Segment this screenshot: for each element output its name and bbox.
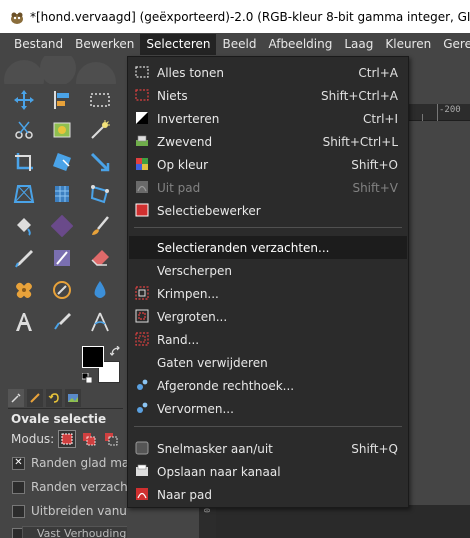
fg-bg-color-widget — [81, 345, 124, 386]
menu-bewerken[interactable]: Bewerken — [69, 34, 140, 55]
measure-tool-icon[interactable] — [88, 310, 112, 334]
toolbox-logo-area — [0, 56, 127, 84]
border-icon — [135, 332, 149, 346]
feather-edges-checkbox[interactable] — [12, 480, 25, 494]
menu-item-save-to-channel[interactable]: Opslaan naar kanaal — [129, 460, 407, 483]
mode-row: Modus: — [11, 430, 120, 448]
grow-icon — [135, 309, 149, 323]
perspective-tool-icon[interactable] — [12, 182, 36, 206]
by-color-icon — [135, 157, 149, 171]
text-tool-icon[interactable] — [12, 310, 36, 334]
swap-colors-icon[interactable] — [109, 345, 122, 358]
dodge-burn-tool-icon[interactable] — [88, 278, 112, 302]
crop-tool-icon[interactable] — [12, 150, 36, 174]
menu-item-to-path[interactable]: Naar pad — [129, 483, 407, 506]
menu-laag[interactable]: Laag — [338, 34, 379, 55]
mypaint-brush-tool-icon[interactable] — [50, 246, 74, 270]
vertical-ruler: 0 — [199, 505, 216, 538]
image-canvas[interactable] — [216, 505, 470, 538]
menu-item-by-color[interactable]: Op kleur Shift+O — [129, 153, 407, 176]
bucket-fill-tool-icon[interactable] — [12, 214, 36, 238]
script-gear-icon — [135, 378, 149, 392]
menubar: Bestand Bewerken Selecteren Beeld Afbeel… — [0, 33, 470, 56]
menu-item-quick-mask[interactable]: Snelmasker aan/uit Shift+Q — [129, 437, 407, 460]
toolbox: Ovale selectie Modus: ✕ Randen glad make… — [0, 56, 208, 538]
images-tab-icon[interactable] — [65, 389, 81, 407]
channel-icon — [135, 464, 149, 478]
menu-item-float[interactable]: Zwevend Shift+Ctrl+L — [129, 130, 407, 153]
shrink-icon — [135, 286, 149, 300]
menu-item-feather[interactable]: Selectieranden verzachten... — [129, 236, 407, 259]
mode-label: Modus: — [11, 432, 55, 446]
menu-kleuren[interactable]: Kleuren — [379, 34, 437, 55]
handle-transform-tool-icon[interactable] — [88, 182, 112, 206]
menu-item-grow[interactable]: Vergroten... — [129, 305, 407, 328]
fixed-aspect-combo[interactable]: Vast Verhouding — [22, 526, 130, 538]
align-tool-icon[interactable] — [50, 88, 74, 112]
smudge-tool-icon[interactable] — [50, 278, 74, 302]
rect-select-tool-icon[interactable] — [88, 88, 112, 112]
menu-item-border[interactable]: Rand... — [129, 328, 407, 351]
warp-tool-icon[interactable] — [88, 150, 112, 174]
window-titlebar: *[hond.vervaagd] (geëxporteerd)-2.0 (RGB… — [0, 0, 470, 33]
cage-transform-tool-icon[interactable] — [50, 182, 74, 206]
expand-from-center-checkbox[interactable] — [12, 504, 25, 518]
select-none-icon — [135, 88, 149, 102]
quick-mask-icon — [135, 441, 149, 455]
menu-separator — [134, 227, 402, 228]
menu-item-invert[interactable]: Inverteren Ctrl+I — [129, 107, 407, 130]
float-icon — [135, 134, 149, 148]
menu-separator — [134, 426, 402, 427]
selection-editor-icon — [135, 203, 149, 217]
dock-tabs — [8, 389, 123, 409]
menu-item-sharpen[interactable]: Verscherpen — [129, 259, 407, 282]
mode-subtract-icon[interactable] — [102, 430, 120, 448]
menu-gereedschap[interactable]: Gereedschap — [437, 34, 470, 55]
from-path-icon — [135, 180, 149, 194]
window-title: *[hond.vervaagd] (geëxporteerd)-2.0 (RGB… — [30, 9, 470, 24]
vertical-ruler-label: 0 — [202, 508, 211, 513]
unified-transform-tool-icon[interactable] — [50, 150, 74, 174]
ink-pen-tool-icon[interactable] — [12, 246, 36, 270]
paintbrush-tool-icon[interactable] — [88, 214, 112, 238]
eraser-tool-icon[interactable] — [88, 246, 112, 270]
menu-selecteren[interactable]: Selecteren — [140, 34, 217, 55]
color-picker-tool-icon[interactable] — [50, 310, 74, 334]
antialias-checkbox[interactable]: ✕ — [12, 456, 25, 470]
crop-scissors-tool-icon[interactable] — [12, 118, 36, 142]
ruler-label: -200 — [439, 105, 461, 115]
to-path-icon — [135, 487, 149, 501]
menu-beeld[interactable]: Beeld — [216, 34, 262, 55]
menu-item-rounded-rectangle[interactable]: Afgeronde rechthoek... — [129, 374, 407, 397]
foreground-color-swatch[interactable] — [82, 346, 104, 368]
menu-item-shrink[interactable]: Krimpen... — [129, 282, 407, 305]
menu-item-distort[interactable]: Vervormen... — [129, 397, 407, 420]
menu-item-select-all[interactable]: Alles tonen Ctrl+A — [129, 61, 407, 84]
menu-item-select-none[interactable]: Niets Shift+Ctrl+A — [129, 84, 407, 107]
undo-history-tab-icon[interactable] — [46, 389, 62, 407]
menu-item-selection-editor[interactable]: Selectiebewerker — [129, 199, 407, 222]
tool-options-tab-icon[interactable] — [8, 389, 24, 407]
fuzzy-select-tool-icon[interactable] — [88, 118, 112, 142]
foreground-select-tool-icon[interactable] — [50, 118, 74, 142]
menu-item-from-path[interactable]: Uit pad Shift+V — [129, 176, 407, 199]
move-tool-icon[interactable] — [12, 88, 36, 112]
select-all-icon — [135, 65, 149, 79]
invert-icon — [135, 111, 149, 125]
gimp-wilber-icon — [9, 9, 25, 25]
tool-options-title: Ovale selectie — [11, 412, 107, 426]
device-status-tab-icon[interactable] — [27, 389, 43, 407]
mode-replace-icon[interactable] — [58, 430, 77, 448]
mode-add-icon[interactable] — [80, 430, 98, 448]
heal-tool-icon[interactable] — [12, 278, 36, 302]
menu-bestand[interactable]: Bestand — [8, 34, 69, 55]
select-menu-dropdown: Alles tonen Ctrl+A Niets Shift+Ctrl+A In… — [127, 56, 409, 508]
menu-afbeelding[interactable]: Afbeelding — [262, 34, 338, 55]
script-gear-icon — [135, 401, 149, 415]
menu-item-remove-holes[interactable]: Gaten verwijderen — [129, 351, 407, 374]
gradient-tool-icon[interactable] — [50, 214, 74, 238]
reset-colors-icon[interactable] — [81, 372, 93, 384]
